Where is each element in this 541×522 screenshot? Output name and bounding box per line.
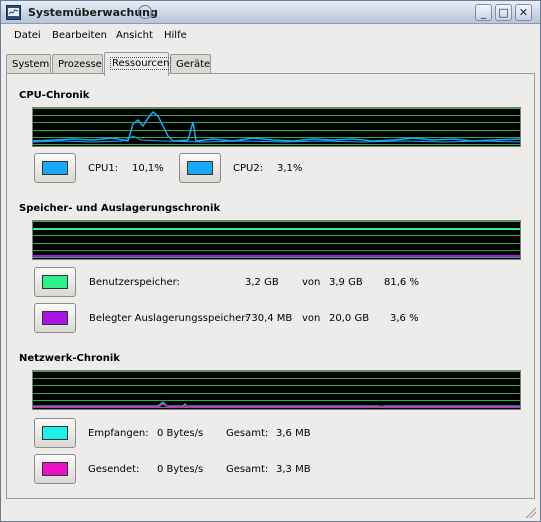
tab-prozesse-label: Prozesse bbox=[58, 59, 102, 70]
sent-label: Gesendet: bbox=[88, 464, 140, 475]
received-color-swatch bbox=[42, 426, 68, 440]
user-memory-used: 3,2 GB bbox=[245, 277, 279, 288]
status-bar bbox=[1, 501, 540, 521]
tab-ressourcen-label: Ressourcen bbox=[110, 57, 172, 70]
menu-ansicht-label: Ansicht bbox=[116, 30, 153, 41]
received-label: Empfangen: bbox=[88, 428, 149, 439]
close-icon[interactable]: ✕ bbox=[515, 4, 532, 21]
minimize-icon[interactable]: _ bbox=[475, 4, 492, 21]
sent-color-swatch bbox=[42, 462, 68, 476]
menu-bar: Datei Bearbeiten Ansicht Hilfe bbox=[1, 25, 540, 47]
received-total-label: Gesamt: bbox=[226, 428, 269, 439]
sent-rate: 0 Bytes/s bbox=[157, 464, 204, 475]
cpu-history-title: CPU-Chronik bbox=[19, 90, 90, 101]
sent-total-label: Gesamt: bbox=[226, 464, 269, 475]
swap-of: von bbox=[302, 313, 321, 324]
swap-used: 730,4 MB bbox=[245, 313, 293, 324]
network-history-title: Netzwerk-Chronik bbox=[19, 353, 120, 364]
cpu1-label: CPU1: bbox=[88, 163, 119, 174]
swap-color-swatch bbox=[42, 311, 68, 325]
system-monitor-icon bbox=[6, 5, 21, 20]
resize-grip-icon[interactable] bbox=[524, 506, 536, 518]
swap-percent: 3,6 % bbox=[390, 313, 419, 324]
cpu1-value: 10,1% bbox=[132, 163, 164, 174]
menu-datei[interactable]: Datei bbox=[14, 30, 41, 41]
received-rate: 0 Bytes/s bbox=[157, 428, 204, 439]
user-memory-of: von bbox=[302, 277, 321, 288]
tab-prozesse[interactable]: Prozesse bbox=[52, 54, 103, 75]
cpu2-label: CPU2: bbox=[233, 163, 264, 174]
memory-history-title: Speicher- und Auslagerungschronik bbox=[19, 203, 221, 214]
tab-geraete[interactable]: Geräte bbox=[170, 54, 211, 75]
system-monitor-window: Systemüberwachung _ □ ✕ Datei Bearbeiten… bbox=[0, 0, 541, 522]
cpu2-color-button[interactable] bbox=[179, 153, 221, 183]
cpu2-color-swatch bbox=[187, 161, 213, 175]
user-memory-color-button[interactable] bbox=[34, 267, 76, 297]
menu-ansicht[interactable]: Ansicht bbox=[116, 30, 153, 41]
received-total: 3,6 MB bbox=[276, 428, 311, 439]
user-memory-color-swatch bbox=[42, 275, 68, 289]
swap-total: 20,0 GB bbox=[329, 313, 370, 324]
memory-history-graph bbox=[32, 220, 521, 260]
swirl-icon bbox=[138, 5, 152, 19]
user-memory-total: 3,9 GB bbox=[329, 277, 363, 288]
cpu-history-graph bbox=[32, 107, 521, 147]
cpu2-value: 3,1% bbox=[277, 163, 303, 174]
menu-bearbeiten-label: Bearbeiten bbox=[52, 30, 107, 41]
cpu1-color-button[interactable] bbox=[34, 153, 76, 183]
received-color-button[interactable] bbox=[34, 418, 76, 448]
sent-color-button[interactable] bbox=[34, 454, 76, 484]
swap-label: Belegter Auslagerungsspeicher: bbox=[89, 313, 249, 324]
maximize-icon[interactable]: □ bbox=[495, 4, 512, 21]
network-history-graph bbox=[32, 370, 521, 410]
menu-hilfe[interactable]: Hilfe bbox=[164, 30, 187, 41]
menu-datei-label: Datei bbox=[14, 30, 41, 41]
cpu1-color-swatch bbox=[42, 161, 68, 175]
sent-total: 3,3 MB bbox=[276, 464, 311, 475]
user-memory-label: Benutzerspeicher: bbox=[89, 277, 180, 288]
tab-system[interactable]: System bbox=[6, 54, 51, 75]
swap-color-button[interactable] bbox=[34, 303, 76, 333]
title-bar[interactable]: Systemüberwachung _ □ ✕ bbox=[1, 1, 540, 24]
tab-ressourcen[interactable]: Ressourcen bbox=[104, 52, 172, 76]
tab-system-label: System bbox=[12, 59, 50, 70]
user-memory-percent: 81,6 % bbox=[384, 277, 419, 288]
menu-bearbeiten[interactable]: Bearbeiten bbox=[52, 30, 107, 41]
menu-hilfe-label: Hilfe bbox=[164, 30, 187, 41]
tab-geraete-label: Geräte bbox=[176, 59, 211, 70]
